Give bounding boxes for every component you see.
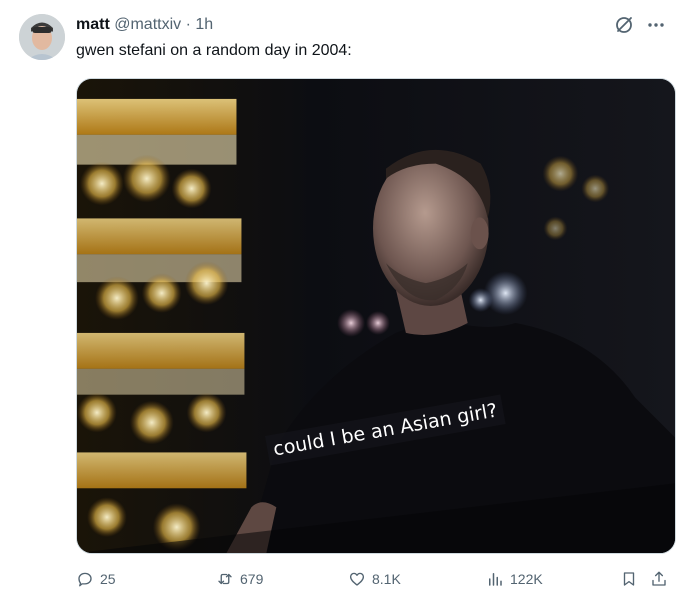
video-still-image xyxy=(77,79,675,553)
post-media[interactable]: could I be an Asian girl? xyxy=(76,78,676,554)
heart-icon xyxy=(349,572,365,586)
top-actions xyxy=(613,14,667,36)
grok-button[interactable] xyxy=(613,14,635,36)
action-bar: 25 679 8.1K 122K xyxy=(76,570,676,592)
views-chart-icon xyxy=(489,573,502,586)
user-handle[interactable]: @mattxiv xyxy=(114,16,181,33)
like-count: 8.1K xyxy=(372,571,401,587)
reply-icon xyxy=(78,572,92,587)
view-count: 122K xyxy=(510,571,543,587)
more-button[interactable] xyxy=(645,14,667,36)
bookmark-button[interactable] xyxy=(620,570,638,588)
bookmark-icon xyxy=(623,572,635,586)
post-header: matt @mattxiv · 1h xyxy=(76,14,213,36)
repost-button[interactable]: 679 xyxy=(216,570,263,588)
post-time[interactable]: 1h xyxy=(195,16,213,33)
views-button[interactable]: 122K xyxy=(486,570,543,588)
like-button[interactable]: 8.1K xyxy=(348,570,401,588)
separator-dot: · xyxy=(185,16,191,33)
more-horizontal-icon xyxy=(648,23,664,27)
reply-button[interactable]: 25 xyxy=(76,570,116,588)
post-text: gwen stefani on a random day in 2004: xyxy=(76,42,352,59)
avatar[interactable] xyxy=(19,14,65,60)
repost-count: 679 xyxy=(240,571,264,587)
reply-count: 25 xyxy=(100,571,116,587)
display-name[interactable]: matt xyxy=(76,16,110,33)
slash-circle-icon xyxy=(616,17,632,33)
share-icon xyxy=(652,571,666,586)
repost-icon xyxy=(218,573,232,585)
profile-avatar-icon xyxy=(19,14,65,60)
share-button[interactable] xyxy=(650,570,668,588)
